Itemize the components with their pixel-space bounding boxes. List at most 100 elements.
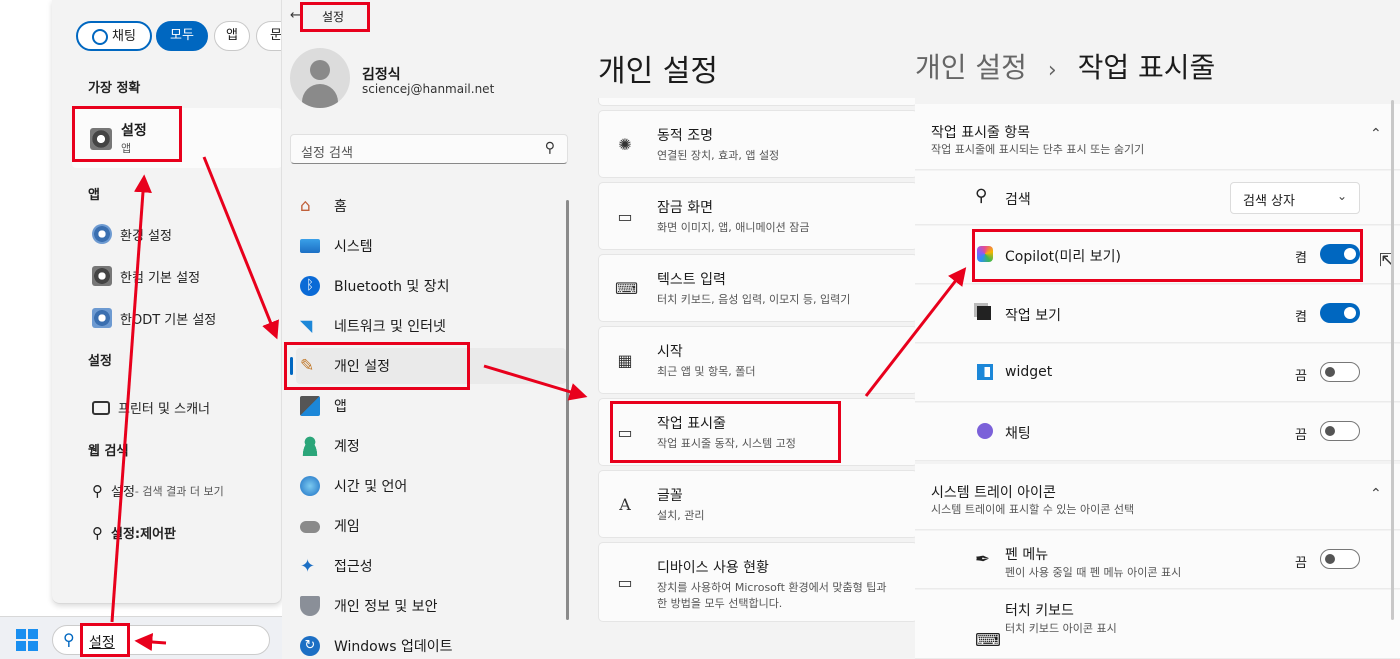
user-name: 김정식 xyxy=(362,67,401,83)
app-result[interactable]: 환경 설정 xyxy=(92,224,172,244)
apps-chip[interactable]: 앱 xyxy=(214,21,250,51)
settings-sidebar: ← 설정 김정식 sciencej@hanmail.net 설정 검색 ⚲ ⌂ 홈… xyxy=(282,0,582,659)
widget-row: widget 끔 xyxy=(915,344,1400,402)
nav-apps[interactable]: 앱 xyxy=(296,388,566,424)
card-start[interactable]: ▦ 시작 최근 앱 및 항목, 폴더 xyxy=(598,326,918,394)
nav-accounts[interactable]: 계정 xyxy=(296,428,566,464)
chat-toggle[interactable] xyxy=(1320,421,1360,441)
search-mode-dropdown[interactable]: 검색 상자 ⌄ xyxy=(1230,182,1360,214)
nav-system[interactable]: 시스템 xyxy=(296,228,566,264)
nav-accessibility[interactable]: ✦ 접근성 xyxy=(296,548,566,584)
annotation-box-nav-personalization xyxy=(284,342,470,390)
personalization-page: 개인 설정 ✺ 동적 조명 연결된 장치, 효과, 앱 설정 ▭ 잠금 화면 화… xyxy=(582,0,918,659)
pen-menu-toggle[interactable] xyxy=(1320,549,1360,569)
annotation-box-window-title xyxy=(300,2,370,32)
search-icon: ⚲ xyxy=(544,140,555,156)
task-view-toggle[interactable] xyxy=(1320,303,1360,323)
settings-heading: 설정 xyxy=(88,354,112,369)
settings-search-input[interactable]: 설정 검색 ⚲ xyxy=(290,134,568,164)
task-view-icon xyxy=(977,306,991,320)
sun-icon: ✺ xyxy=(618,135,632,154)
avatar[interactable] xyxy=(290,48,350,108)
start-icon: ▦ xyxy=(617,351,633,370)
best-match-heading: 가장 정확 xyxy=(88,81,141,96)
breadcrumb-parent[interactable]: 개인 설정 xyxy=(915,51,1027,84)
accessibility-icon: ✦ xyxy=(300,556,316,577)
web-result[interactable]: ⚲ 설정 - 검색 결과 더 보기 xyxy=(92,481,224,501)
keyboard-icon: ⌨ xyxy=(975,630,1001,651)
apps-icon xyxy=(300,396,320,416)
widget-toggle[interactable] xyxy=(1320,362,1360,382)
taskbar-settings-page: 개인 설정 › 작업 표시줄 작업 표시줄 항목 작업 표시줄에 표시되는 단추… xyxy=(915,0,1400,659)
chat-chip[interactable]: 채팅 xyxy=(76,21,152,51)
page-scrollbar[interactable] xyxy=(1391,100,1394,620)
keyboard-icon: ⌨ xyxy=(615,279,639,298)
annotation-box-copilot-row xyxy=(972,229,1363,282)
chat-icon xyxy=(977,423,993,439)
chat-row: 채팅 끔 xyxy=(915,403,1400,461)
chevron-up-icon: ⌃ xyxy=(1370,486,1382,502)
hancom-odt-icon xyxy=(92,308,112,328)
nav-time-language[interactable]: 시간 및 언어 xyxy=(296,468,566,504)
gamepad-icon xyxy=(300,521,320,533)
annotation-box-taskbar-card xyxy=(610,401,841,463)
card-text-input[interactable]: ⌨ 텍스트 입력 터치 키보드, 음성 입력, 이모지 등, 입력기 xyxy=(598,254,918,322)
card-edge xyxy=(598,98,918,106)
search-icon: ⚲ xyxy=(975,186,988,206)
nav-privacy[interactable]: 개인 정보 및 보안 xyxy=(296,588,566,624)
wifi-icon: ◥ xyxy=(300,316,313,335)
font-icon: A xyxy=(619,495,631,514)
device-usage-icon: ▭ xyxy=(617,573,633,592)
touch-keyboard-row: ⌨ 터치 키보드 터치 키보드 아이콘 표시 xyxy=(915,590,1400,659)
hancom-settings-icon xyxy=(92,266,112,286)
start-search-panel: 채팅 모두 앱 문 가장 정확 설정 앱 앱 환경 설정 한컴 기본 설정 한O… xyxy=(52,0,282,604)
breadcrumb-separator: › xyxy=(1047,58,1057,83)
account-icon xyxy=(300,436,320,456)
web-search-heading: 웹 검색 xyxy=(88,444,129,459)
task-view-row: 작업 보기 켬 xyxy=(915,285,1400,343)
page-title: 개인 설정 xyxy=(598,54,718,89)
taskbar: ⚲ 설정 xyxy=(0,616,282,659)
monitor-icon xyxy=(300,239,320,253)
update-icon: ↻ xyxy=(300,636,320,656)
widget-icon xyxy=(977,364,993,380)
bing-icon xyxy=(92,28,109,45)
app-result[interactable]: 한컴 기본 설정 xyxy=(92,266,200,286)
web-result[interactable]: ⚲ 설정:제어판 xyxy=(92,523,176,543)
nav-windows-update[interactable]: ↻ Windows 업데이트 xyxy=(296,628,566,659)
card-lock-screen[interactable]: ▭ 잠금 화면 화면 이미지, 앱, 애니메이션 잠금 xyxy=(598,182,918,250)
system-tray-section-header[interactable]: 시스템 트레이 아이콘 시스템 트레이에 표시할 수 있는 아이콘 선택 ⌃ xyxy=(915,464,1400,530)
pen-icon: ✒ xyxy=(975,549,991,570)
apps-heading: 앱 xyxy=(88,188,100,203)
chevron-up-icon: ⌃ xyxy=(1370,126,1382,142)
breadcrumb-current: 작업 표시줄 xyxy=(1077,51,1216,84)
card-fonts[interactable]: A 글꼴 설치, 관리 xyxy=(598,470,918,538)
annotation-box-best-match xyxy=(72,106,182,162)
app-result[interactable]: 한ODT 기본 설정 xyxy=(92,308,216,328)
sidebar-scrollbar[interactable] xyxy=(566,200,569,620)
nav-home[interactable]: ⌂ 홈 xyxy=(296,188,566,224)
globe-clock-icon xyxy=(300,476,320,496)
annotation-box-query xyxy=(80,623,130,657)
settings-result[interactable]: 프린터 및 스캐너 xyxy=(92,398,210,417)
lock-screen-icon: ▭ xyxy=(617,207,633,226)
search-icon: ⚲ xyxy=(92,523,103,542)
all-chip[interactable]: 모두 xyxy=(156,21,208,51)
user-email: sciencej@hanmail.net xyxy=(362,82,495,96)
search-icon: ⚲ xyxy=(63,630,75,649)
search-setting-row: ⚲ 검색 검색 상자 ⌄ xyxy=(915,171,1400,225)
pen-menu-row: ✒ 펜 메뉴 펜이 사용 중일 때 펜 메뉴 아이콘 표시 끔 xyxy=(915,531,1400,589)
breadcrumb: 개인 설정 › 작업 표시줄 xyxy=(915,46,1215,86)
card-dynamic-lighting[interactable]: ✺ 동적 조명 연결된 장치, 효과, 앱 설정 xyxy=(598,110,918,178)
taskbar-items-section-header[interactable]: 작업 표시줄 항목 작업 표시줄에 표시되는 단추 표시 또는 숨기기 ⌃ xyxy=(915,104,1400,170)
chevron-down-icon: ⌄ xyxy=(1337,189,1348,203)
shield-icon xyxy=(300,596,320,616)
nav-bluetooth[interactable]: ᛒ Bluetooth 및 장치 xyxy=(296,268,566,304)
nav-network[interactable]: ◥ 네트워크 및 인터넷 xyxy=(296,308,566,344)
card-device-usage[interactable]: ▭ 디바이스 사용 현황 장치를 사용하여 Microsoft 환경에서 맞춤형… xyxy=(598,542,918,622)
windows-start-icon[interactable] xyxy=(16,629,38,651)
printer-icon xyxy=(92,400,110,415)
docs-chip[interactable]: 문 xyxy=(256,21,281,51)
search-icon: ⚲ xyxy=(92,481,103,500)
nav-gaming[interactable]: 게임 xyxy=(296,508,566,544)
